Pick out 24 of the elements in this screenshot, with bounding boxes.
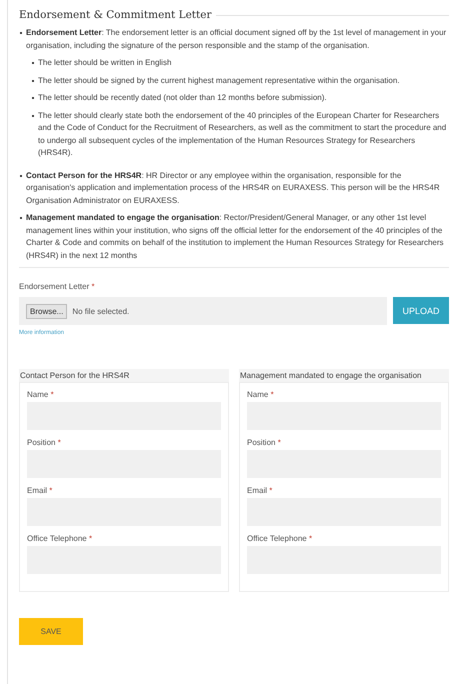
file-field[interactable]: Browse... No file selected. — [19, 297, 387, 325]
field-label: Office Telephone * — [247, 534, 314, 543]
save-button[interactable]: SAVE — [19, 618, 83, 645]
upload-button[interactable]: UPLOAD — [393, 297, 449, 324]
field-label: Email * — [27, 486, 54, 495]
note-text: The letter should be signed by the current highest management representative within the organisation. — [38, 74, 401, 87]
field-label: Office Telephone * — [27, 534, 94, 543]
note-text: The letter should be written in English — [38, 57, 172, 69]
note-text: The letter should be recently dated (not older than 12 months before submission). — [38, 92, 328, 104]
note-text: Management mandated to engage the organisation: Rector/President/General Manager, or any other 1st level management lines within your institution, who signs off the official letter for the endorsement of the 40 principles of the Charter & Code and commits on behalf of the institution to implement the Human Resources Strategy for Researchers (HRS4R) in the next 12 months — [26, 212, 445, 262]
section-title: Endorsement & Commitment Letter — [18, 9, 212, 21]
panel-title: Management mandated to engage the organisation — [239, 369, 449, 382]
file-status: No file selected. — [72, 306, 130, 316]
field-label: Email * — [247, 486, 274, 495]
field-label: Position * — [27, 438, 62, 447]
note-text: The letter should clearly state both the endorsement of the 40 principles of the European Charter for Researchers and the Code of Conduct for the Recruitment of Researchers, as well as the commitment to start the procedure and to undergo all subsequent cycles of the implementation of the Human Resources Strategy for Researchers (HRS4R). — [38, 110, 448, 159]
field-label: Position * — [247, 438, 282, 447]
field-label: Endorsement Letter * — [19, 282, 96, 291]
panel-title: Contact Person for the HRS4R — [19, 369, 229, 382]
field-label: Name * — [27, 390, 55, 399]
browse-button[interactable]: Browse... — [26, 304, 68, 318]
field-label: Name * — [247, 390, 275, 399]
note-text: Contact Person for the HRS4R: HR Director or any employee within the organisation, responsible for the organisation's application and implementation process of the HRS4R on EURAXESS. This person will be the HRS4R Organisation Administrator on EURAXESS. — [26, 170, 441, 207]
note-text: Endorsement Letter: The endorsement letter is an official document signed off by the 1st level of management in your organisation, including the signature of the person responsible and the stamp of the organisation. — [26, 27, 448, 52]
